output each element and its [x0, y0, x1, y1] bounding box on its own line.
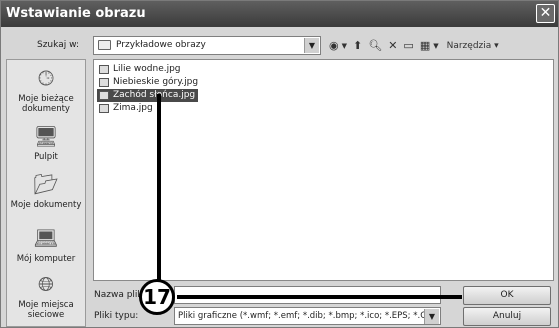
network-places-icon: 🌐︎ — [38, 272, 54, 296]
callout-line-vertical — [157, 94, 161, 287]
folder-icon — [98, 40, 111, 50]
place-label: Moje miejsca sieciowe — [18, 300, 74, 320]
look-in-value: Przykładowe obrazy — [116, 40, 206, 50]
place-label: Moje bieżące dokumenty — [18, 94, 74, 114]
callout-number-badge: 17 — [139, 279, 175, 315]
image-file-icon — [99, 104, 109, 113]
new-folder-icon[interactable]: ▭ — [403, 39, 413, 52]
close-icon: ✕ — [539, 5, 552, 21]
place-desktop[interactable]: 🖥︎ Pulpit — [7, 124, 85, 162]
chevron-down-icon[interactable]: ▼ — [304, 38, 319, 53]
image-file-icon — [99, 78, 109, 87]
views-icon[interactable]: ▦ — [420, 39, 430, 52]
place-my-documents[interactable]: 📂︎ Moje dokumenty — [7, 172, 85, 210]
file-type-value: Pliki graficzne (*.wmf; *.emf; *.dib; *.… — [178, 311, 435, 321]
insert-picture-dialog: Wstawianie obrazu ✕ Szukaj w: Przykładow… — [0, 0, 559, 328]
place-label: Pulpit — [34, 152, 58, 162]
place-label: Mój komputer — [16, 254, 76, 264]
file-item[interactable]: Zima.jpg — [97, 102, 156, 115]
title-bar: Wstawianie obrazu ✕ — [1, 1, 558, 27]
place-my-computer[interactable]: 💻︎ Mój komputer — [7, 226, 85, 264]
tools-menu[interactable]: Narzędzia ▾ — [447, 41, 499, 51]
close-button[interactable]: ✕ — [536, 4, 555, 23]
my-computer-icon: 💻︎ — [33, 226, 59, 250]
my-documents-icon: 📂︎ — [33, 172, 59, 196]
callout-line-horizontal — [177, 295, 462, 299]
file-name: Lilie wodne.jpg — [113, 64, 181, 74]
search-icon[interactable]: 🔍︎ — [368, 39, 382, 52]
file-item[interactable]: Niebieskie góry.jpg — [97, 76, 201, 89]
dialog-title: Wstawianie obrazu — [6, 6, 146, 21]
up-folder-icon[interactable]: ⬆ — [353, 39, 362, 52]
back-icon[interactable]: ◉ — [329, 39, 339, 52]
file-name: Zachód słońca.jpg — [113, 90, 196, 100]
ok-button[interactable]: OK — [463, 286, 551, 305]
dialog-toolbar: ◉ ▼ ⬆ 🔍︎ ✕ ▭ ▦ ▼ Narzędzia ▾ — [329, 35, 499, 56]
tools-label: Narzędzia — [446, 40, 492, 51]
cancel-button[interactable]: Anuluj — [463, 307, 551, 326]
image-file-icon — [99, 65, 109, 74]
look-in-label: Szukaj w: — [37, 40, 79, 50]
file-list[interactable]: Lilie wodne.jpg Niebieskie góry.jpg Zach… — [93, 59, 554, 281]
image-file-icon — [99, 91, 109, 100]
place-recent-documents[interactable]: 🕒︎ Moje bieżące dokumenty — [7, 66, 85, 114]
file-item-selected[interactable]: Zachód słońca.jpg — [97, 89, 199, 102]
look-in-combo[interactable]: Przykładowe obrazy ▼ — [93, 36, 321, 55]
file-type-select[interactable]: Pliki graficzne (*.wmf; *.emf; *.dib; *.… — [174, 307, 441, 325]
views-dropdown-icon[interactable]: ▼ — [433, 42, 438, 50]
delete-icon[interactable]: ✕ — [388, 39, 397, 52]
place-label: Moje dokumenty — [10, 200, 82, 210]
places-bar: 🕒︎ Moje bieżące dokumenty 🖥︎ Pulpit 📂︎ M… — [6, 59, 86, 327]
place-network-places[interactable]: 🌐︎ Moje miejsca sieciowe — [7, 272, 85, 320]
recent-documents-icon: 🕒︎ — [38, 66, 54, 90]
chevron-down-icon[interactable]: ▼ — [424, 309, 439, 324]
back-dropdown-icon[interactable]: ▼ — [342, 42, 347, 50]
file-item[interactable]: Lilie wodne.jpg — [97, 63, 184, 76]
file-type-label: Pliki typu: — [94, 311, 139, 321]
file-name: Zima.jpg — [113, 103, 153, 113]
desktop-icon: 🖥︎ — [33, 124, 59, 148]
file-name: Niebieskie góry.jpg — [113, 77, 199, 87]
